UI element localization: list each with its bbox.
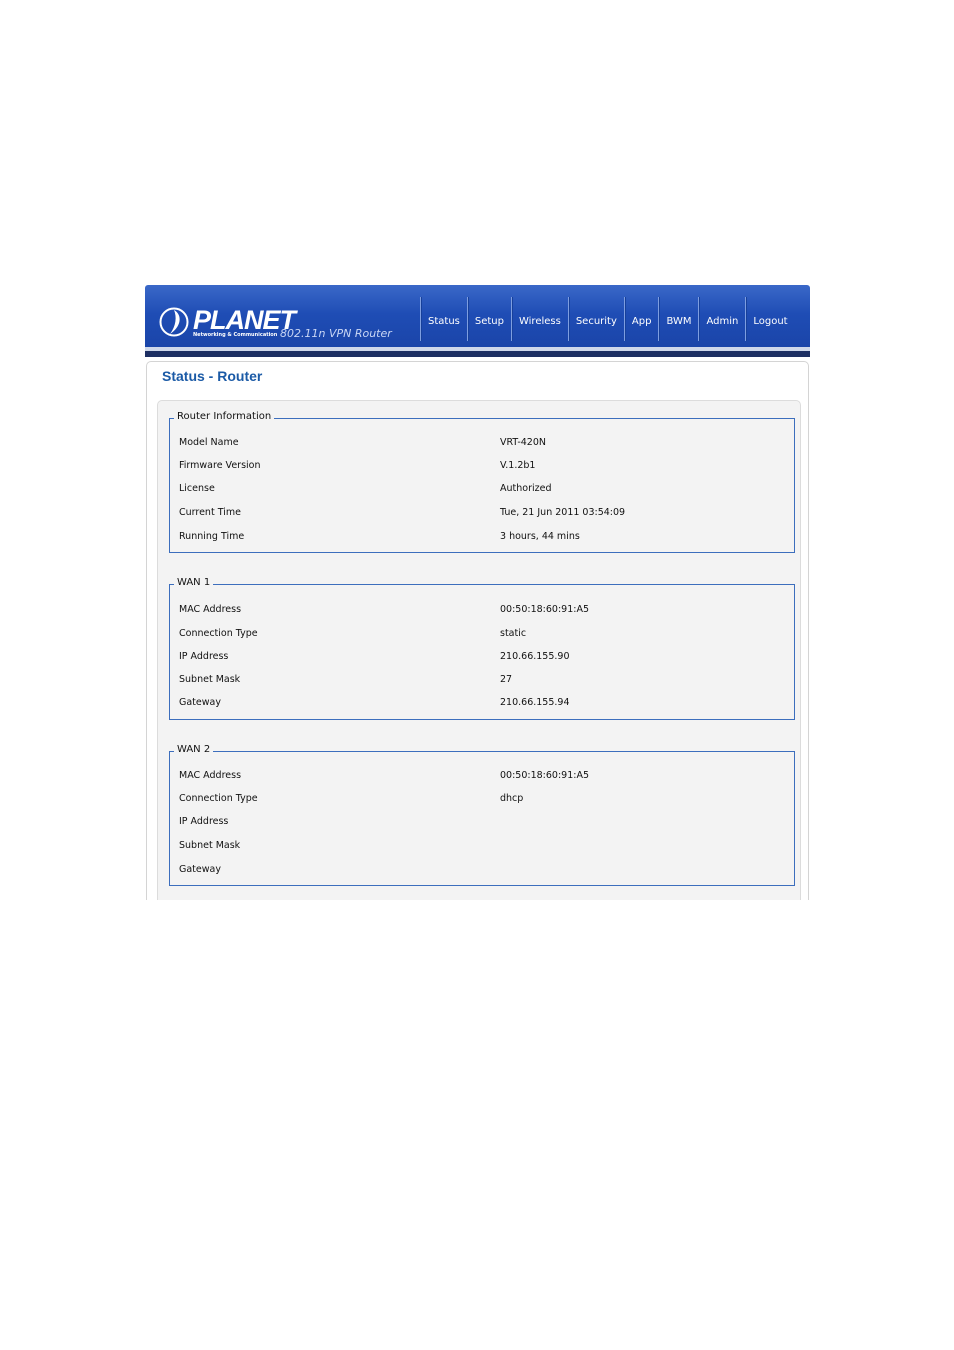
info-row: IP Address 210.66.155.90 — [179, 651, 779, 665]
header-bar: PLANET Networking & Communication 802.11… — [145, 285, 810, 349]
connection-type-value: dhcp — [500, 793, 524, 804]
group-legend: WAN 2 — [174, 744, 214, 755]
connection-type-label: Connection Type — [179, 628, 258, 639]
brand-tagline: Networking & Communication — [193, 332, 278, 338]
ip-address-label: IP Address — [179, 816, 229, 827]
info-row: MAC Address 00:50:18:60:91:A5 — [179, 770, 779, 784]
firmware-version-value: V.1.2b1 — [500, 460, 536, 471]
mac-address-value: 00:50:18:60:91:A5 — [500, 770, 589, 781]
model-name-label: Model Name — [179, 437, 239, 448]
info-row: Running Time 3 hours, 44 mins — [179, 531, 779, 545]
info-row: IP Address — [179, 816, 779, 830]
router-information-group: Router Information Model Name VRT-420N F… — [169, 411, 795, 553]
running-time-value: 3 hours, 44 mins — [500, 531, 580, 542]
nav-security[interactable]: Security — [567, 297, 624, 341]
connection-type-label: Connection Type — [179, 793, 258, 804]
info-row: Firmware Version V.1.2b1 — [179, 460, 779, 474]
nav-app[interactable]: App — [623, 297, 659, 341]
nav-logout[interactable]: Logout — [745, 297, 794, 341]
ip-address-value: 210.66.155.90 — [500, 651, 570, 662]
wan1-group: WAN 1 MAC Address 00:50:18:60:91:A5 Conn… — [169, 577, 795, 720]
current-time-value: Tue, 21 Jun 2011 03:54:09 — [500, 507, 626, 518]
model-name-value: VRT-420N — [500, 437, 547, 448]
group-legend: Router Information — [174, 411, 275, 422]
firmware-version-label: Firmware Version — [179, 460, 261, 471]
nav-bwm[interactable]: BWM — [658, 297, 698, 341]
info-row: Model Name VRT-420N — [179, 437, 779, 451]
info-row: Current Time Tue, 21 Jun 2011 03:54:09 — [179, 507, 779, 521]
subnet-mask-value: 27 — [500, 674, 513, 685]
nav-setup[interactable]: Setup — [466, 297, 511, 341]
product-name: 802.11n VPN Router — [280, 327, 392, 340]
mac-address-label: MAC Address — [179, 770, 242, 781]
header-divider — [145, 351, 810, 357]
current-time-label: Current Time — [179, 507, 241, 518]
nav-wireless[interactable]: Wireless — [510, 297, 568, 341]
ip-address-label: IP Address — [179, 651, 229, 662]
info-row: Subnet Mask 27 — [179, 674, 779, 688]
status-container: Router Information Model Name VRT-420N F… — [157, 400, 801, 900]
license-value: Authorized — [500, 483, 552, 494]
info-row: Gateway 210.66.155.94 — [179, 697, 779, 711]
info-row: Connection Type dhcp — [179, 793, 779, 807]
mac-address-label: MAC Address — [179, 604, 242, 615]
group-legend: WAN 1 — [174, 577, 214, 588]
info-row: MAC Address 00:50:18:60:91:A5 — [179, 604, 779, 618]
gateway-label: Gateway — [179, 697, 221, 708]
wan2-group: WAN 2 MAC Address 00:50:18:60:91:A5 Conn… — [169, 744, 795, 886]
info-row: Gateway — [179, 864, 779, 878]
info-row: Subnet Mask — [179, 840, 779, 854]
subnet-mask-label: Subnet Mask — [179, 674, 241, 685]
connection-type-value: static — [500, 628, 527, 639]
content-panel: Status - Router Router Information Model… — [146, 361, 809, 900]
subnet-mask-label: Subnet Mask — [179, 840, 241, 851]
gateway-label: Gateway — [179, 864, 221, 875]
gateway-value: 210.66.155.94 — [500, 697, 570, 708]
router-admin-window: PLANET Networking & Communication 802.11… — [145, 285, 810, 900]
nav-admin[interactable]: Admin — [698, 297, 745, 341]
planet-swirl-icon — [159, 307, 189, 337]
info-row: Connection Type static — [179, 628, 779, 642]
main-nav: Status Setup Wireless Security App BWM A… — [420, 297, 795, 341]
license-label: License — [179, 483, 215, 494]
info-row: License Authorized — [179, 483, 779, 497]
nav-status[interactable]: Status — [420, 297, 467, 341]
mac-address-value: 00:50:18:60:91:A5 — [500, 604, 589, 615]
page-title: Status - Router — [162, 368, 263, 384]
running-time-label: Running Time — [179, 531, 245, 542]
